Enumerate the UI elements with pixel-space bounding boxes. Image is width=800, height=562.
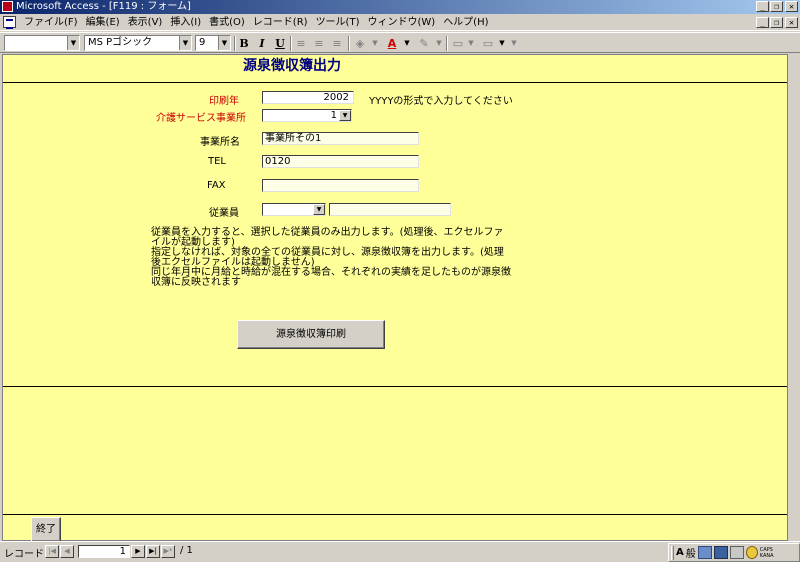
- current-record-input[interactable]: 1: [78, 545, 130, 558]
- office-name-label: 事業所名: [200, 137, 240, 148]
- record-label: レコード:: [4, 549, 48, 560]
- tel-label: TEL: [208, 156, 226, 167]
- note-line: 指定しなければ、対象の全ての従業員に対し、源泉徴収簿を出力します。(処理後エクセ…: [151, 247, 504, 268]
- caps-kana-indicator: CAPS KANA: [759, 546, 774, 559]
- menu-item[interactable]: ヘルプ(H): [439, 14, 492, 31]
- detail-divider: [3, 386, 787, 387]
- menu-item[interactable]: 書式(O): [205, 14, 249, 31]
- exit-button[interactable]: 終了: [31, 517, 61, 542]
- minimize-button[interactable]: _: [756, 1, 769, 12]
- form-area: 源泉徴収簿出力 印刷年 2002 YYYYの形式で入力してください 介護サービス…: [2, 54, 788, 542]
- fill-color-icon[interactable]: ◈: [352, 36, 368, 51]
- chevron-down-icon[interactable]: ▼: [179, 36, 191, 50]
- italic-button[interactable]: I: [254, 36, 270, 51]
- access-app-icon[interactable]: [2, 1, 13, 12]
- formatting-toolbar: ▼ MS Pゴシック ▼ 9 ▼ B I U ≡ ≡ ≡ ◈ ▼ A ▼ ✎ ▼…: [0, 32, 800, 53]
- chevron-down-icon[interactable]: ▼: [367, 36, 383, 51]
- menu-item[interactable]: ファイル(F): [20, 14, 82, 31]
- close-button[interactable]: ✕: [785, 1, 798, 12]
- first-record-icon[interactable]: |◀: [45, 545, 59, 558]
- chevron-down-icon[interactable]: ▼: [463, 36, 479, 51]
- align-right-icon[interactable]: ≡: [329, 36, 345, 51]
- form-document-icon[interactable]: [3, 16, 16, 29]
- doc-close-button[interactable]: ✕: [785, 17, 798, 28]
- print-year-hint: YYYYの形式で入力してください: [369, 96, 513, 107]
- chevron-down-icon[interactable]: ▼: [506, 36, 522, 51]
- instruction-notes: 従業員を入力すると、選択した従業員のみ出力します。(処理後、エクセルファイルが起…: [151, 228, 511, 288]
- office-name-field[interactable]: 事業所その1: [262, 132, 419, 145]
- prev-record-icon[interactable]: ◀: [60, 545, 74, 558]
- ime-pad-icon[interactable]: [697, 546, 712, 559]
- object-combo[interactable]: ▼: [4, 35, 80, 51]
- menu-item[interactable]: レコード(R): [249, 14, 312, 31]
- footer-divider: [3, 514, 787, 515]
- title-bar: Microsoft Access - [F119 : フォーム] _ ❐ ✕: [0, 0, 800, 14]
- vertical-scroll-area: [788, 54, 800, 541]
- doc-minimize-button[interactable]: _: [756, 17, 769, 28]
- new-record-icon[interactable]: ▶*: [161, 545, 175, 558]
- record-total: / 1: [180, 545, 193, 556]
- menu-item[interactable]: 編集(E): [82, 14, 124, 31]
- ime-input-mode-icon[interactable]: A: [676, 547, 684, 558]
- ime-dictionary-icon[interactable]: [713, 546, 728, 559]
- menu-item[interactable]: ツール(T): [312, 14, 364, 31]
- last-record-icon[interactable]: ▶|: [146, 545, 160, 558]
- print-withholding-book-button[interactable]: 源泉徴収簿印刷: [237, 320, 385, 349]
- ime-conversion-mode[interactable]: 般: [686, 545, 696, 560]
- align-left-icon[interactable]: ≡: [293, 36, 309, 51]
- header-divider: [3, 82, 787, 83]
- font-name-combo[interactable]: MS Pゴシック ▼: [84, 35, 192, 51]
- chevron-down-icon[interactable]: ▼: [313, 204, 325, 215]
- toolbar-separator: [290, 36, 292, 51]
- font-color-icon[interactable]: A: [384, 36, 400, 51]
- note-line: 同じ年月中に月給と時給が混在する場合、それぞれの実績を足したものが源泉徴収簿に反…: [151, 267, 511, 288]
- restore-button[interactable]: ❐: [770, 1, 783, 12]
- ime-toolbar: A 般 CAPS KANA: [668, 543, 800, 562]
- chevron-down-icon[interactable]: ▼: [218, 36, 230, 50]
- office-label: 介護サービス事業所: [156, 113, 246, 124]
- menu-items: ファイル(F) 編集(E) 表示(V) 挿入(I) 書式(O) レコード(R) ツール(T)…: [20, 14, 493, 31]
- fax-field[interactable]: [262, 179, 419, 192]
- tel-field[interactable]: 0120: [262, 155, 419, 168]
- chevron-down-icon[interactable]: ▼: [431, 36, 447, 51]
- chevron-down-icon[interactable]: ▼: [339, 110, 351, 121]
- next-record-icon[interactable]: ▶: [131, 545, 145, 558]
- fax-label: FAX: [207, 180, 226, 191]
- menu-item[interactable]: ウィンドウ(W): [363, 14, 439, 31]
- window-title: Microsoft Access - [F119 : フォーム]: [16, 1, 191, 12]
- print-year-input[interactable]: 2002: [262, 91, 354, 104]
- line-color-icon[interactable]: ✎: [416, 36, 432, 51]
- print-year-label: 印刷年: [209, 96, 239, 107]
- toolbar-separator: [446, 36, 448, 51]
- ime-tool-icon[interactable]: [729, 546, 744, 559]
- chevron-down-icon[interactable]: ▼: [67, 36, 79, 50]
- ime-handle-icon[interactable]: [671, 545, 674, 560]
- note-line: 従業員を入力すると、選択した従業員のみ出力します。(処理後、エクセルファイルが起…: [151, 227, 504, 248]
- font-size-combo[interactable]: 9 ▼: [195, 35, 231, 51]
- toolbar-separator: [348, 36, 350, 51]
- chevron-down-icon[interactable]: ▼: [399, 36, 415, 51]
- menu-item[interactable]: 表示(V): [124, 14, 167, 31]
- form-title: 源泉徴収簿出力: [243, 58, 341, 74]
- menu-bar: ファイル(F) 編集(E) 表示(V) 挿入(I) 書式(O) レコード(R) ツール(T)…: [0, 14, 800, 31]
- underline-button[interactable]: U: [272, 36, 288, 51]
- employee-name-field[interactable]: [329, 203, 451, 216]
- employee-label: 従業員: [209, 208, 239, 219]
- align-center-icon[interactable]: ≡: [311, 36, 327, 51]
- ime-help-icon[interactable]: [745, 546, 758, 559]
- menu-item[interactable]: 挿入(I): [166, 14, 205, 31]
- doc-restore-button[interactable]: ❐: [770, 17, 783, 28]
- record-navigation-bar: レコード: |◀ ◀ 1 ▶ ▶| ▶* / 1 A 般 CAPS KANA: [0, 541, 800, 562]
- bold-button[interactable]: B: [236, 36, 252, 51]
